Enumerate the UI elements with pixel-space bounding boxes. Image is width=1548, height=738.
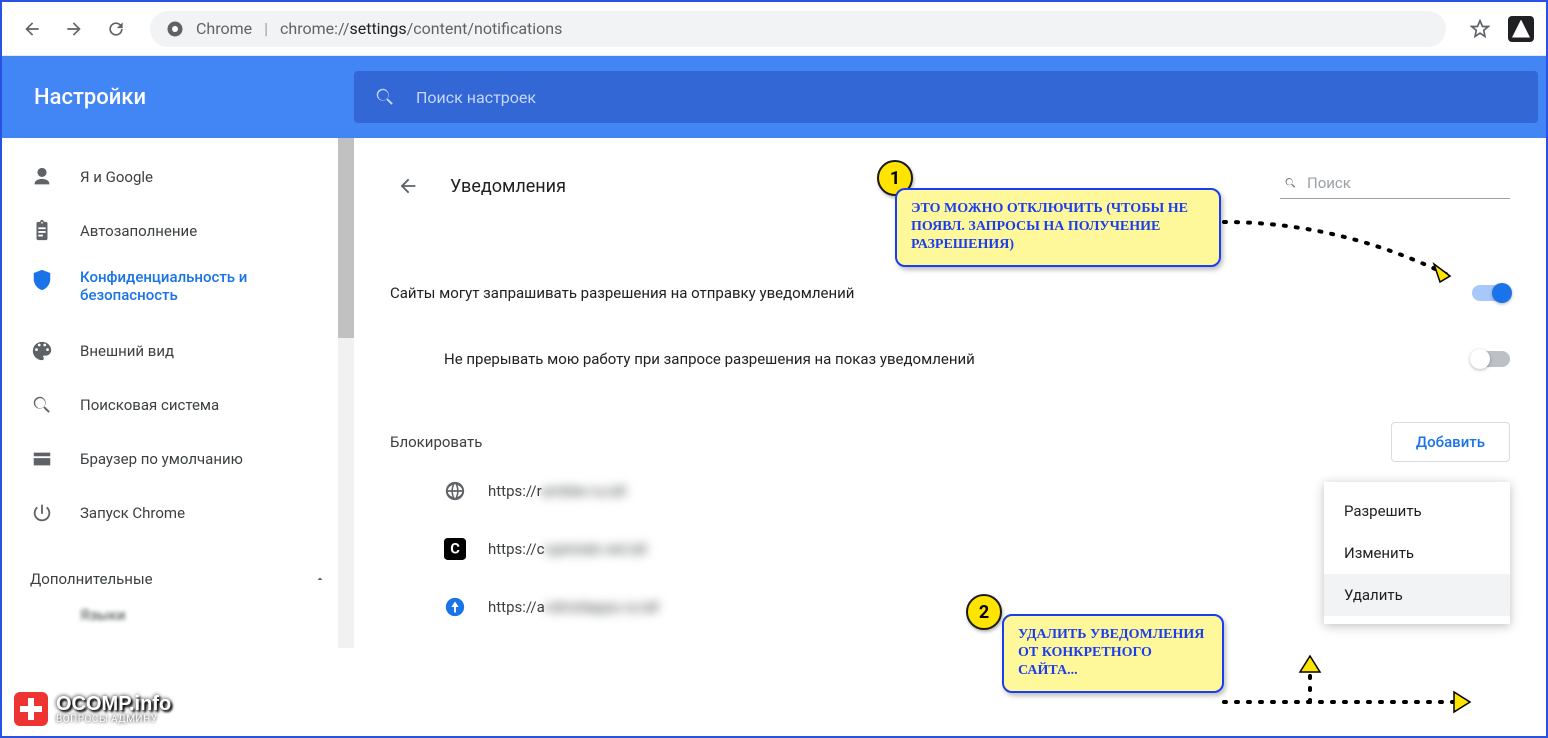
shield-icon xyxy=(30,268,54,292)
palette-icon xyxy=(30,339,54,363)
globe-icon xyxy=(444,480,466,502)
annotation-callout-1: ЭТО МОЖНО ОТКЛЮЧИТЬ (ЧТОБЫ НЕ ПОЯВЛ. ЗАП… xyxy=(895,188,1221,267)
menu-item-edit[interactable]: Изменить xyxy=(1324,532,1510,574)
annotation-badge-2: 2 xyxy=(966,594,1002,630)
sidebar-advanced[interactable]: Дополнительные xyxy=(2,552,354,606)
annotation-callout-2: УДАЛИТЬ УВЕДОМЛЕНИЯ ОТ КОНКРЕТНОГО САЙТА… xyxy=(1002,614,1224,693)
site-context-menu: Разрешить Изменить Удалить xyxy=(1324,482,1510,624)
browser-chrome-bar: Chrome | chrome://settings/content/notif… xyxy=(2,2,1546,56)
toggle-quiet-notifications[interactable] xyxy=(1472,351,1510,367)
sidebar-item-search-engine[interactable]: Поисковая система xyxy=(2,378,354,432)
omnibox[interactable]: Chrome | chrome://settings/content/notif… xyxy=(150,11,1446,47)
window-icon xyxy=(30,447,54,471)
reload-button[interactable] xyxy=(98,11,134,47)
content-search-input[interactable] xyxy=(1307,174,1506,192)
setting-quiet-notifications: Не прерывать мою работу при запросе разр… xyxy=(390,326,1510,392)
settings-title: Настройки xyxy=(2,85,354,110)
sidebar-sub-languages[interactable]: Языки xyxy=(2,606,354,624)
clipboard-icon xyxy=(30,219,54,243)
omnibox-label: Chrome xyxy=(196,19,252,38)
add-button[interactable]: Добавить xyxy=(1391,422,1510,462)
sidebar-item-privacy[interactable]: Конфиденциальность и безопасность xyxy=(2,258,354,324)
forward-button[interactable] xyxy=(56,11,92,47)
sidebar-scrollbar-thumb[interactable] xyxy=(338,138,354,338)
watermark: OCOMP.info ВОПРОСЫ АДМИНУ xyxy=(14,692,171,726)
toggle-ask-before-sending[interactable] xyxy=(1472,285,1510,301)
watermark-icon xyxy=(14,692,48,726)
content-back-button[interactable] xyxy=(390,168,426,204)
menu-item-remove[interactable]: Удалить xyxy=(1324,574,1510,616)
sidebar: Я и Google Автозаполнение Конфиденциальн… xyxy=(2,138,354,736)
sidebar-item-autofill[interactable]: Автозаполнение xyxy=(2,204,354,258)
settings-search-input[interactable] xyxy=(416,88,1518,107)
content-search[interactable] xyxy=(1280,174,1510,199)
search-icon xyxy=(30,393,54,417)
svg-text:C: C xyxy=(450,540,460,558)
search-icon xyxy=(374,86,396,108)
back-button[interactable] xyxy=(14,11,50,47)
site-favicon-icon: C xyxy=(444,538,466,560)
settings-header: Настройки xyxy=(2,56,1546,138)
power-icon xyxy=(30,501,54,525)
sidebar-item-you-and-google[interactable]: Я и Google xyxy=(2,150,354,204)
extension-icon[interactable] xyxy=(1508,16,1534,42)
page-title: Уведомления xyxy=(450,176,566,197)
sidebar-item-on-startup[interactable]: Запуск Chrome xyxy=(2,486,354,540)
chrome-icon xyxy=(166,20,184,38)
sidebar-item-default-browser[interactable]: Браузер по умолчанию xyxy=(2,432,354,486)
person-icon xyxy=(30,165,54,189)
site-favicon-icon xyxy=(444,596,466,618)
bookmark-star-icon[interactable] xyxy=(1462,11,1498,47)
omnibox-url: chrome://settings/content/notifications xyxy=(280,19,562,38)
setting-ask-before-sending: Сайты могут запрашивать разрешения на от… xyxy=(390,260,1510,326)
menu-item-allow[interactable]: Разрешить xyxy=(1324,490,1510,532)
chevron-up-icon xyxy=(314,573,326,585)
section-block: Блокировать Добавить xyxy=(390,422,1510,462)
sidebar-item-appearance[interactable]: Внешний вид xyxy=(2,324,354,378)
search-icon xyxy=(1284,174,1297,192)
settings-search[interactable] xyxy=(354,71,1538,123)
